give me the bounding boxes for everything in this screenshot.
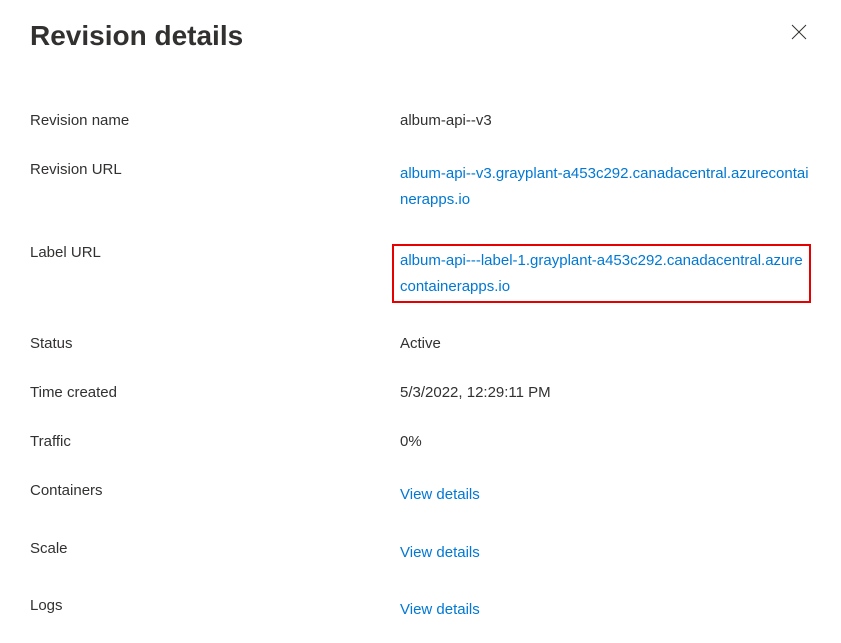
time-created-label: Time created xyxy=(30,384,400,401)
status-value: Active xyxy=(400,335,811,352)
label-url-highlight: album-api---label-1.grayplant-a453c292.c… xyxy=(392,244,811,303)
containers-label: Containers xyxy=(30,482,400,499)
traffic-label: Traffic xyxy=(30,433,400,450)
scale-view-details-link[interactable]: View details xyxy=(400,544,480,561)
revision-name-label: Revision name xyxy=(30,112,400,129)
scale-label: Scale xyxy=(30,540,400,557)
logs-view-details-link[interactable]: View details xyxy=(400,601,480,618)
logs-label: Logs xyxy=(30,597,400,614)
traffic-value: 0% xyxy=(400,433,811,450)
close-icon xyxy=(791,24,807,40)
details-grid: Revision name album-api--v3 Revision URL… xyxy=(30,112,811,623)
label-url-link[interactable]: album-api---label-1.grayplant-a453c292.c… xyxy=(400,252,803,295)
revision-url-label: Revision URL xyxy=(30,161,400,178)
label-url-label: Label URL xyxy=(30,244,400,261)
containers-view-details-link[interactable]: View details xyxy=(400,486,480,503)
page-title: Revision details xyxy=(30,20,243,52)
panel-header: Revision details xyxy=(30,20,811,52)
status-label: Status xyxy=(30,335,400,352)
close-button[interactable] xyxy=(787,20,811,44)
revision-url-link[interactable]: album-api--v3.grayplant-a453c292.canadac… xyxy=(400,165,809,208)
time-created-value: 5/3/2022, 12:29:11 PM xyxy=(400,384,811,401)
revision-name-value: album-api--v3 xyxy=(400,112,811,129)
